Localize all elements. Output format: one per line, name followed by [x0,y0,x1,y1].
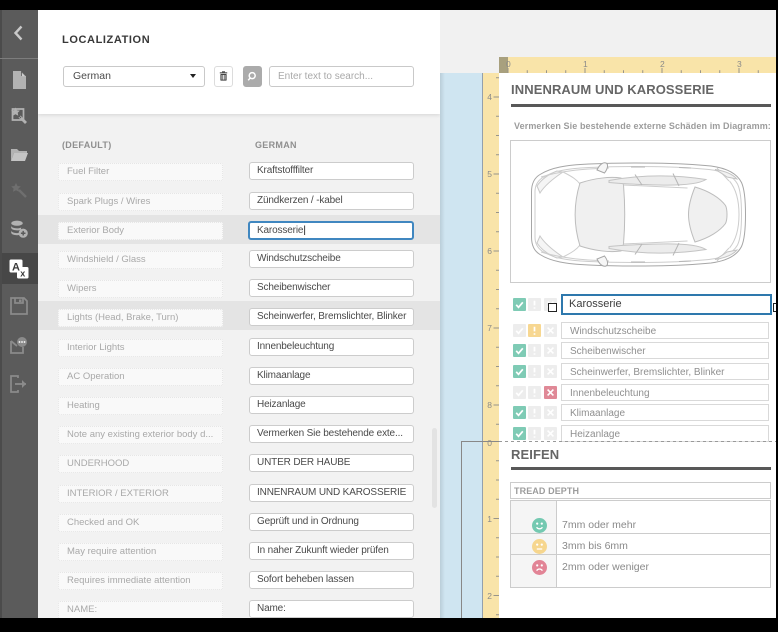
svg-text:A: A [12,262,20,274]
svg-text:x: x [20,269,25,279]
